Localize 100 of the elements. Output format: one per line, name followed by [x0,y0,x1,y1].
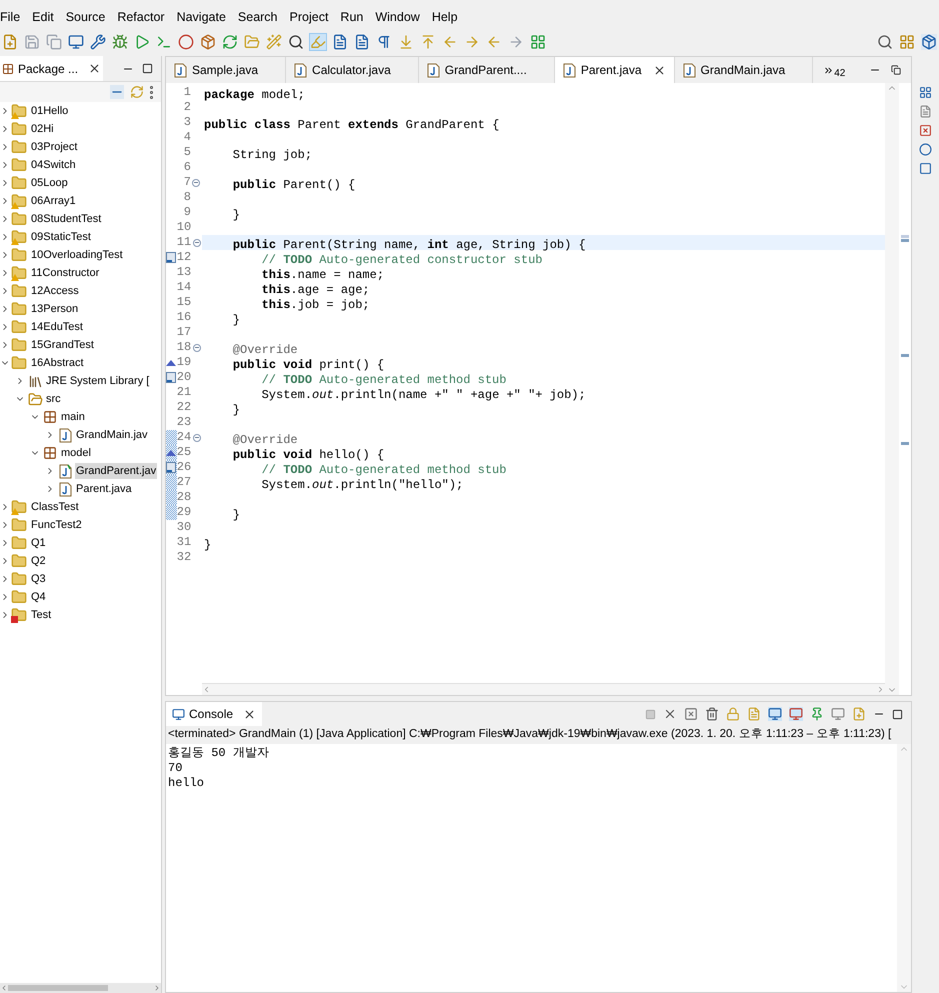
line-number: 15 [176,295,192,310]
menu-item[interactable]: Source [66,8,106,27]
tree-item[interactable]: main [60,408,86,426]
line-number: 17 [176,325,192,340]
code-line: public void hello() { [232,448,384,462]
tree-item[interactable]: FuncTest2 [30,516,83,534]
tree-item[interactable]: 08StudentTest [30,210,102,228]
tree-item[interactable]: Parent.java [75,480,133,498]
collapse-all-icon[interactable] [110,85,124,99]
console-header: <terminated> GrandMain (1) [Java Application] C:₩Program Files₩Java₩jdk-19₩bin₩javaw.exe (2023. 1. 20. 오후 1:11:23 – 오후 1:11:23) [ [166,726,911,744]
terminal-icon[interactable] [68,34,84,50]
tree-item[interactable]: 13Person [30,300,80,318]
close-icon[interactable] [652,64,666,76]
view-menu-icon[interactable] [150,86,153,98]
tree-item[interactable]: 10OverloadingTest [30,246,124,264]
close-icon[interactable] [88,62,102,75]
tree-item[interactable]: 02Hi [30,120,55,138]
library-icon [28,374,42,388]
hidden-tab-count[interactable]: 42 [834,66,846,80]
tree-item[interactable]: JRE System Library [ [45,372,150,390]
new-file-icon[interactable] [2,34,18,50]
java-file-icon [58,428,72,442]
line-number: 10 [176,220,192,235]
tree-item[interactable]: 06Array1 [30,192,77,210]
fold-toggle-icon[interactable] [192,178,200,186]
tree-item[interactable]: 16Abstract [30,354,85,372]
line-number: 22 [176,400,192,415]
tree-item[interactable]: Test [30,606,52,624]
code-line: package model; [204,88,305,102]
tree-item[interactable]: src [45,390,62,408]
editor-tab[interactable]: GrandMain.java [674,57,814,83]
close-icon[interactable] [243,708,256,720]
tree-item[interactable]: 05Loop [30,174,69,192]
tree-item[interactable]: ClassTest [30,498,80,516]
code-line: System.out.println(name +" " +age +" "+ job); [260,388,586,402]
fold-toggle-icon[interactable] [192,434,201,442]
scroll-right-icon[interactable] [153,984,161,992]
code-line: } [232,403,240,417]
scroll-left-icon[interactable] [0,984,8,992]
menu-item[interactable]: Refactor [117,8,165,27]
tree-item[interactable]: Q2 [30,552,47,570]
run-icon[interactable] [134,34,150,50]
code-line: } [232,313,240,327]
menu-item[interactable]: Project [290,8,328,27]
console-icon [172,708,185,720]
perspective-icon[interactable] [899,34,915,50]
pin-console-icon[interactable] [810,707,824,721]
console-output-line: hello [168,776,206,791]
tree-item[interactable]: Q1 [30,534,47,552]
wrench-icon[interactable] [90,34,106,50]
pilcrow-icon[interactable] [376,34,392,50]
search-icon[interactable] [877,34,893,50]
line-number: 19 [176,355,192,370]
tree-item[interactable]: 04Switch [30,156,77,174]
line-number: 32 [176,550,192,565]
tree-item[interactable]: 01Hello [30,102,70,120]
display-console-icon[interactable] [831,707,845,721]
tree-item[interactable]: 03Project [30,138,78,156]
code-line: String job; [232,148,312,162]
scrollbar-thumb[interactable] [8,985,108,991]
find-icon[interactable] [288,34,304,50]
tree-item[interactable]: 11Constructor [30,264,100,282]
fold-toggle-icon[interactable] [192,238,201,246]
editor-tab[interactable]: Parent.java [554,57,675,83]
restore-icon[interactable] [891,65,901,75]
tree-item[interactable]: 14EduTest [30,318,84,336]
line-number: 25 [176,445,192,460]
tree-item[interactable]: GrandMain.jav [75,426,149,444]
tree-item[interactable]: 12Access [30,282,80,300]
tree-item[interactable]: model [60,444,92,462]
tree-item[interactable]: 09StaticTest [30,228,92,246]
menu-item[interactable]: Help [432,8,458,27]
line-number: 18 [176,340,192,355]
menu-item[interactable]: Window [375,8,420,27]
menu-item[interactable]: File [0,8,20,27]
line-number: 11 [176,235,192,250]
tree-item[interactable]: Q3 [30,570,47,588]
menu-item[interactable]: Navigate [176,8,226,27]
document-icon[interactable] [919,105,932,118]
tree-item[interactable]: Q4 [30,588,47,606]
java-file-icon [294,62,308,78]
code-line: System.out.println("hello"); [260,478,464,492]
maximize-icon[interactable] [142,63,153,74]
problems-icon[interactable] [919,124,932,137]
document-icon[interactable] [332,34,348,50]
maximize-icon[interactable] [892,708,903,720]
menu-item[interactable]: Edit [32,8,54,27]
code-line: } [204,538,212,552]
fold-toggle-icon[interactable] [192,344,201,352]
tree-item[interactable]: GrandParent.jav [75,462,158,480]
menu-item[interactable]: Search [238,8,278,27]
line-number: 13 [176,265,192,280]
new-package-icon[interactable] [200,34,216,50]
tree-item[interactable]: 15GrandTest [30,336,95,354]
more-tabs-icon[interactable] [823,64,834,76]
java-file-icon [682,62,696,78]
debug-icon[interactable] [112,34,128,50]
line-number: 29 [176,505,192,520]
menu-item[interactable]: Run [340,8,364,27]
code-line: this.age = age; [260,283,370,297]
